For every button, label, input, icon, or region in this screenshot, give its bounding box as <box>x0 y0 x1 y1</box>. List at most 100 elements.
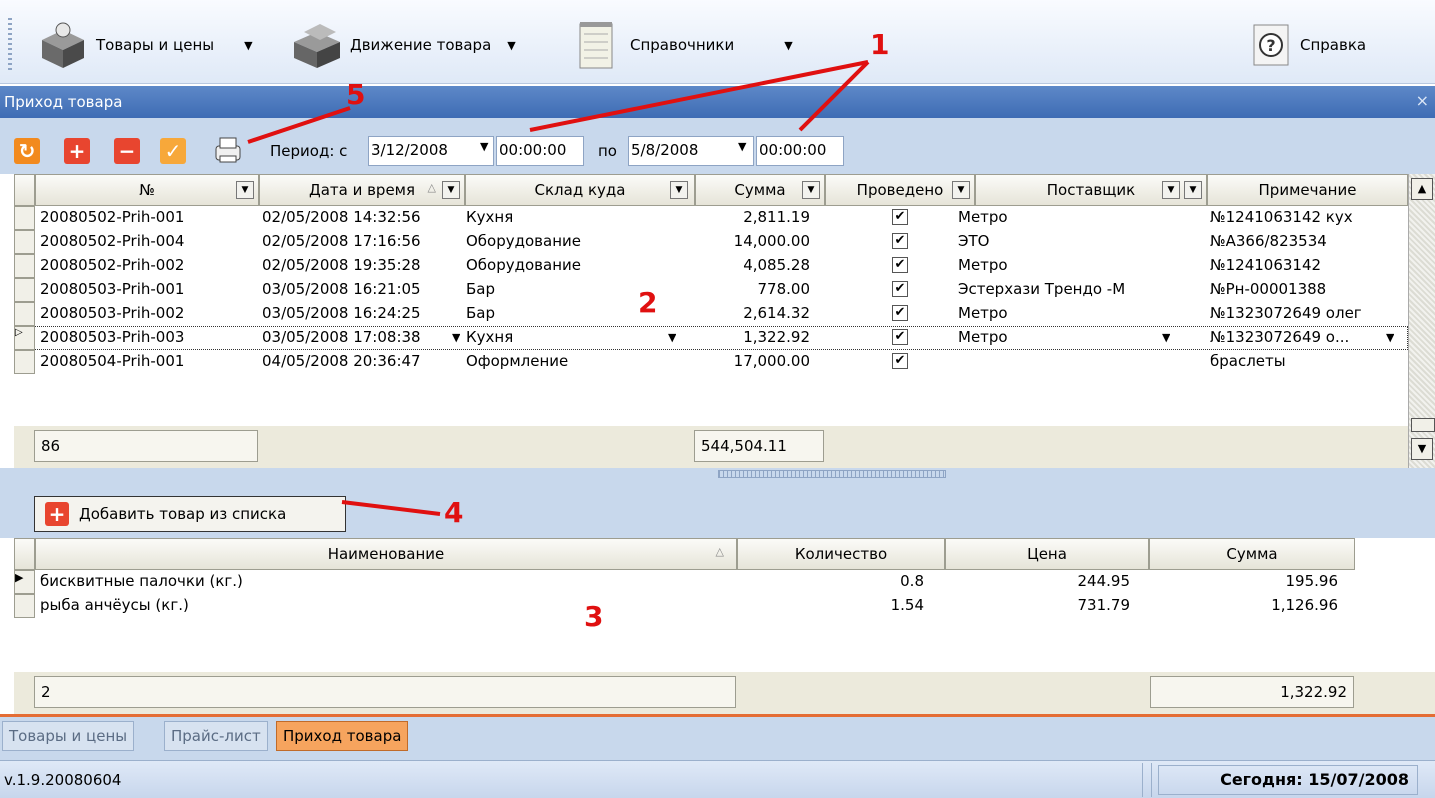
posted-checkbox[interactable]: ✔ <box>892 209 908 225</box>
col-header-qty[interactable]: Количество <box>737 538 945 570</box>
col-header-name[interactable]: Наименование △ <box>35 538 737 570</box>
col-header-sum[interactable]: Сумма ▼ <box>695 174 825 206</box>
add-icon[interactable]: + <box>64 138 90 164</box>
period-to-date[interactable]: 5/8/2008 <box>628 136 754 166</box>
to-time-value: 00:00:00 <box>759 141 827 159</box>
chevron-down-icon[interactable]: ▼ <box>1386 331 1394 344</box>
cell-date: 02/05/2008 17:16:56 <box>262 232 421 250</box>
col-header-posted[interactable]: Проведено ▼ <box>825 174 975 206</box>
cell-warehouse: Оборудование <box>466 256 581 274</box>
posted-checkbox[interactable]: ✔ <box>892 281 908 297</box>
cell-sum: 778.00 <box>757 280 811 298</box>
col-supplier-label: Поставщик <box>1046 181 1136 199</box>
table-row[interactable]: 20080503-Prih-002 03/05/2008 16:24:25 Бар 2… <box>14 302 1408 326</box>
row-selector[interactable] <box>14 302 35 326</box>
notepad-icon <box>579 22 613 69</box>
filter-dropdown-icon[interactable]: ▼ <box>236 181 254 199</box>
filter-dropdown-icon[interactable]: ▼ <box>1184 181 1202 199</box>
chevron-down-icon[interactable]: ▼ <box>452 331 460 344</box>
table-row[interactable]: ▶ бисквитные палочки (кг.) 0.8 244.95 195.96 <box>14 570 1435 594</box>
row-selector[interactable] <box>14 230 35 254</box>
box-key-icon <box>42 22 84 68</box>
col-header-price[interactable]: Цена <box>945 538 1149 570</box>
scroll-thumb[interactable] <box>1411 418 1435 432</box>
period-from-time[interactable]: 00:00:00 <box>496 136 584 166</box>
references-menu[interactable]: Справочники ▼ <box>570 16 793 74</box>
goods-prices-menu[interactable]: Товары и цены ▼ <box>36 16 253 74</box>
posted-checkbox[interactable]: ✔ <box>892 353 908 369</box>
posted-checkbox[interactable]: ✔ <box>892 305 908 321</box>
filter-dropdown-icon[interactable]: ▼ <box>802 181 820 199</box>
goods-movement-menu[interactable]: Движение товара ▼ <box>290 16 516 74</box>
chevron-down-icon[interactable]: ▼ <box>1162 331 1170 344</box>
references-label: Справочники <box>630 36 735 54</box>
scroll-down-icon[interactable]: ▼ <box>1411 438 1433 460</box>
filter-dropdown-icon[interactable]: ▼ <box>1162 181 1180 199</box>
col-header-note[interactable]: Примечание <box>1207 174 1408 206</box>
row-selector[interactable] <box>14 278 35 302</box>
period-from-date[interactable]: 3/12/2008 <box>368 136 494 166</box>
status-bar: v.1.9.20080604 Сегодня: 15/07/2008 <box>0 760 1435 798</box>
table-row[interactable]: 20080502-Prih-001 02/05/2008 14:32:56 Кухн… <box>14 206 1408 230</box>
chevron-down-icon[interactable]: ▼ <box>507 39 515 52</box>
chevron-down-icon[interactable]: ▼ <box>784 39 792 52</box>
items-footer: 2 1,322.92 <box>14 672 1435 714</box>
scroll-up-icon[interactable]: ▲ <box>1411 178 1433 200</box>
cell-supplier: Метро <box>958 304 1008 322</box>
table-row[interactable]: 20080503-Prih-001 03/05/2008 16:21:05 Бар 7… <box>14 278 1408 302</box>
cell-sum: 17,000.00 <box>733 352 810 370</box>
close-icon[interactable]: × <box>1416 91 1429 110</box>
tab-goods-receipt[interactable]: Приход товара <box>276 721 409 751</box>
refresh-icon[interactable]: ↻ <box>14 138 40 164</box>
row-selector[interactable]: ▷ <box>14 326 35 350</box>
toolbar-grip[interactable] <box>8 18 12 70</box>
confirm-icon[interactable]: ✓ <box>160 138 186 164</box>
row-selector[interactable] <box>14 594 35 618</box>
cell-no: 20080502-Prih-002 <box>40 256 185 274</box>
tab-price-list[interactable]: Прайс-лист <box>164 721 268 751</box>
col-header-datetime[interactable]: Дата и время △ ▼ <box>259 174 465 206</box>
posted-checkbox[interactable]: ✔ <box>892 257 908 273</box>
splitter-grip[interactable] <box>718 470 946 478</box>
filter-dropdown-icon[interactable]: ▼ <box>670 181 688 199</box>
cell-no: 20080503-Prih-003 <box>40 328 185 346</box>
cell-sum: 4,085.28 <box>743 256 810 274</box>
col-header-item-sum[interactable]: Сумма <box>1149 538 1355 570</box>
filter-dropdown-icon[interactable]: ▼ <box>952 181 970 199</box>
row-selector[interactable] <box>14 254 35 278</box>
row-selector[interactable] <box>14 350 35 374</box>
col-header-warehouse[interactable]: Склад куда ▼ <box>465 174 695 206</box>
cell-warehouse: Бар <box>466 280 496 298</box>
goods-movement-label: Движение товара <box>350 36 492 54</box>
cell-note: №Рн-00001388 <box>1210 280 1327 298</box>
posted-checkbox[interactable]: ✔ <box>892 233 908 249</box>
chevron-down-icon[interactable]: ▼ <box>480 140 488 153</box>
table-row[interactable]: 20080504-Prih-001 04/05/2008 20:36:47 Офор… <box>14 350 1408 374</box>
table-row[interactable]: 20080502-Prih-004 02/05/2008 17:16:56 Обор… <box>14 230 1408 254</box>
col-header-supplier[interactable]: Поставщик ▼ ▼ <box>975 174 1207 206</box>
table-row[interactable]: рыба анчёусы (кг.) 1.54 731.79 1,126.96 <box>14 594 1435 618</box>
cell-note: №А366/823534 <box>1210 232 1327 250</box>
table-row[interactable]: 20080502-Prih-002 02/05/2008 19:35:28 Обор… <box>14 254 1408 278</box>
chevron-down-icon[interactable]: ▼ <box>738 140 746 153</box>
from-date-value: 3/12/2008 <box>371 141 448 159</box>
row-selector[interactable]: ▶ <box>14 570 35 594</box>
splitter[interactable] <box>0 468 1435 480</box>
add-from-list-button[interactable]: + Добавить товар из списка <box>34 496 346 532</box>
vertical-scrollbar[interactable]: ▲ ▼ <box>1408 174 1435 468</box>
chevron-down-icon[interactable]: ▼ <box>244 39 252 52</box>
print-icon[interactable] <box>212 134 244 166</box>
remove-icon[interactable]: − <box>114 138 140 164</box>
cell-no: 20080504-Prih-001 <box>40 352 185 370</box>
col-header-number[interactable]: № ▼ <box>35 174 259 206</box>
tab-goods-prices[interactable]: Товары и цены <box>2 721 135 751</box>
cell-note: №1241063142 кух <box>1210 208 1353 226</box>
period-to-time[interactable]: 00:00:00 <box>756 136 844 166</box>
row-selector[interactable] <box>14 206 35 230</box>
col-datetime-label: Дата и время <box>308 181 416 199</box>
help-button[interactable]: ? Справка <box>1250 16 1366 74</box>
chevron-down-icon[interactable]: ▼ <box>668 331 676 344</box>
table-row[interactable]: ▷ 20080503-Prih-003 03/05/2008 17:08:38 Кух… <box>14 326 1408 350</box>
filter-dropdown-icon[interactable]: ▼ <box>442 181 460 199</box>
posted-checkbox[interactable]: ✔ <box>892 329 908 345</box>
